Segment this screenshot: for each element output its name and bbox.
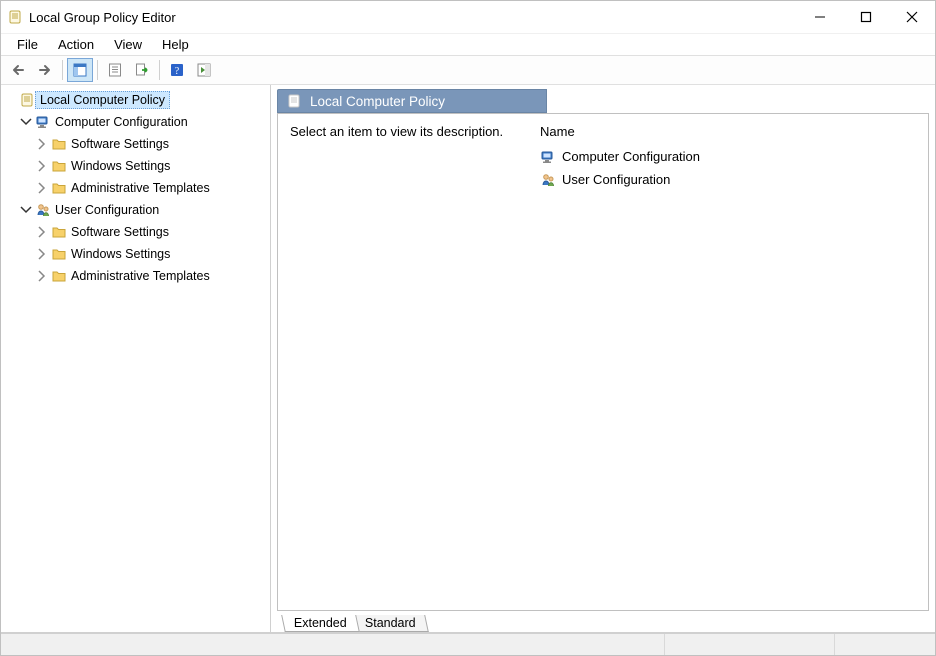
tab-standard[interactable]: Standard — [352, 615, 428, 632]
menu-view[interactable]: View — [104, 35, 152, 54]
detail-item-label: User Configuration — [562, 172, 670, 187]
tree-node-uc-software-settings[interactable]: Software Settings — [3, 221, 268, 243]
detail-tabs: Extended Standard — [277, 610, 929, 632]
tree-label: Local Computer Policy — [35, 91, 170, 109]
detail-item-user-configuration[interactable]: User Configuration — [540, 168, 916, 191]
tree-label: Administrative Templates — [67, 180, 214, 196]
arrow-right-icon — [37, 62, 53, 78]
menu-file[interactable]: File — [7, 35, 48, 54]
detail-heading-label: Local Computer Policy — [310, 94, 445, 109]
computer-icon — [35, 114, 51, 130]
action-pane-icon — [196, 62, 212, 78]
main-area: Local Computer Policy Computer Configura… — [1, 85, 935, 633]
user-icon — [540, 172, 556, 188]
toolbar-properties-button[interactable] — [102, 58, 128, 82]
user-icon — [35, 202, 51, 218]
detail-heading: Local Computer Policy — [277, 89, 547, 113]
folder-icon — [51, 224, 67, 240]
folder-icon — [51, 180, 67, 196]
detail-item-computer-configuration[interactable]: Computer Configuration — [540, 145, 916, 168]
menu-help[interactable]: Help — [152, 35, 199, 54]
tree-label: Windows Settings — [67, 158, 174, 174]
chevron-right-icon[interactable] — [35, 247, 49, 261]
toolbar-help-button[interactable] — [164, 58, 190, 82]
chevron-down-icon[interactable] — [19, 115, 33, 129]
status-cell — [835, 634, 935, 655]
tree-node-cc-admin-templates[interactable]: Administrative Templates — [3, 177, 268, 199]
detail-body: Select an item to view its description. … — [277, 113, 929, 611]
menu-action[interactable]: Action — [48, 35, 104, 54]
status-cell — [665, 634, 835, 655]
statusbar — [1, 633, 935, 655]
menubar: File Action View Help — [1, 33, 935, 55]
app-scroll-icon — [7, 9, 23, 25]
tree-label: Windows Settings — [67, 246, 174, 262]
scroll-icon — [286, 93, 302, 109]
toolbar-back-button[interactable] — [5, 58, 31, 82]
pane-toggle-icon — [72, 62, 88, 78]
detail-item-label: Computer Configuration — [562, 149, 700, 164]
toolbar-forward-button[interactable] — [32, 58, 58, 82]
tree-node-user-configuration[interactable]: User Configuration — [3, 199, 268, 221]
toolbar-export-button[interactable] — [129, 58, 155, 82]
chevron-right-icon[interactable] — [35, 225, 49, 239]
status-cell — [1, 634, 665, 655]
tree-label: Software Settings — [67, 224, 173, 240]
scroll-icon — [19, 92, 35, 108]
chevron-right-icon[interactable] — [35, 269, 49, 283]
titlebar: Local Group Policy Editor — [1, 1, 935, 33]
detail-description-prompt: Select an item to view its description. — [290, 124, 540, 139]
tree-node-uc-admin-templates[interactable]: Administrative Templates — [3, 265, 268, 287]
tree-node-computer-configuration[interactable]: Computer Configuration — [3, 111, 268, 133]
toolbar-separator — [97, 60, 98, 80]
tree-label: Computer Configuration — [51, 114, 192, 130]
computer-icon — [540, 149, 556, 165]
arrow-left-icon — [10, 62, 26, 78]
tree-root-local-computer-policy[interactable]: Local Computer Policy — [3, 89, 268, 111]
toolbar — [1, 55, 935, 85]
chevron-right-icon[interactable] — [35, 181, 49, 195]
toolbar-separator — [62, 60, 63, 80]
tree-label: User Configuration — [51, 202, 163, 218]
chevron-right-icon[interactable] — [35, 159, 49, 173]
toolbar-separator — [159, 60, 160, 80]
folder-icon — [51, 136, 67, 152]
folder-icon — [51, 268, 67, 284]
detail-panel: Local Computer Policy Select an item to … — [271, 85, 935, 632]
export-icon — [134, 62, 150, 78]
help-icon — [169, 62, 185, 78]
tree-label: Administrative Templates — [67, 268, 214, 284]
tree-node-uc-windows-settings[interactable]: Windows Settings — [3, 243, 268, 265]
chevron-right-icon[interactable] — [35, 137, 49, 151]
folder-icon — [51, 158, 67, 174]
close-button[interactable] — [889, 1, 935, 33]
toolbar-pane-toggle-button[interactable] — [67, 58, 93, 82]
folder-icon — [51, 246, 67, 262]
tab-extended[interactable]: Extended — [281, 615, 359, 632]
maximize-button[interactable] — [843, 1, 889, 33]
tree-node-cc-windows-settings[interactable]: Windows Settings — [3, 155, 268, 177]
window-title: Local Group Policy Editor — [29, 10, 176, 25]
toolbar-action-pane-button[interactable] — [191, 58, 217, 82]
tree-panel[interactable]: Local Computer Policy Computer Configura… — [1, 85, 271, 632]
detail-list[interactable]: Name Computer Configuration User Configu… — [540, 124, 916, 600]
minimize-button[interactable] — [797, 1, 843, 33]
chevron-down-icon[interactable] — [19, 203, 33, 217]
tree-node-cc-software-settings[interactable]: Software Settings — [3, 133, 268, 155]
detail-column-header[interactable]: Name — [540, 124, 916, 145]
tree-label: Software Settings — [67, 136, 173, 152]
properties-icon — [107, 62, 123, 78]
